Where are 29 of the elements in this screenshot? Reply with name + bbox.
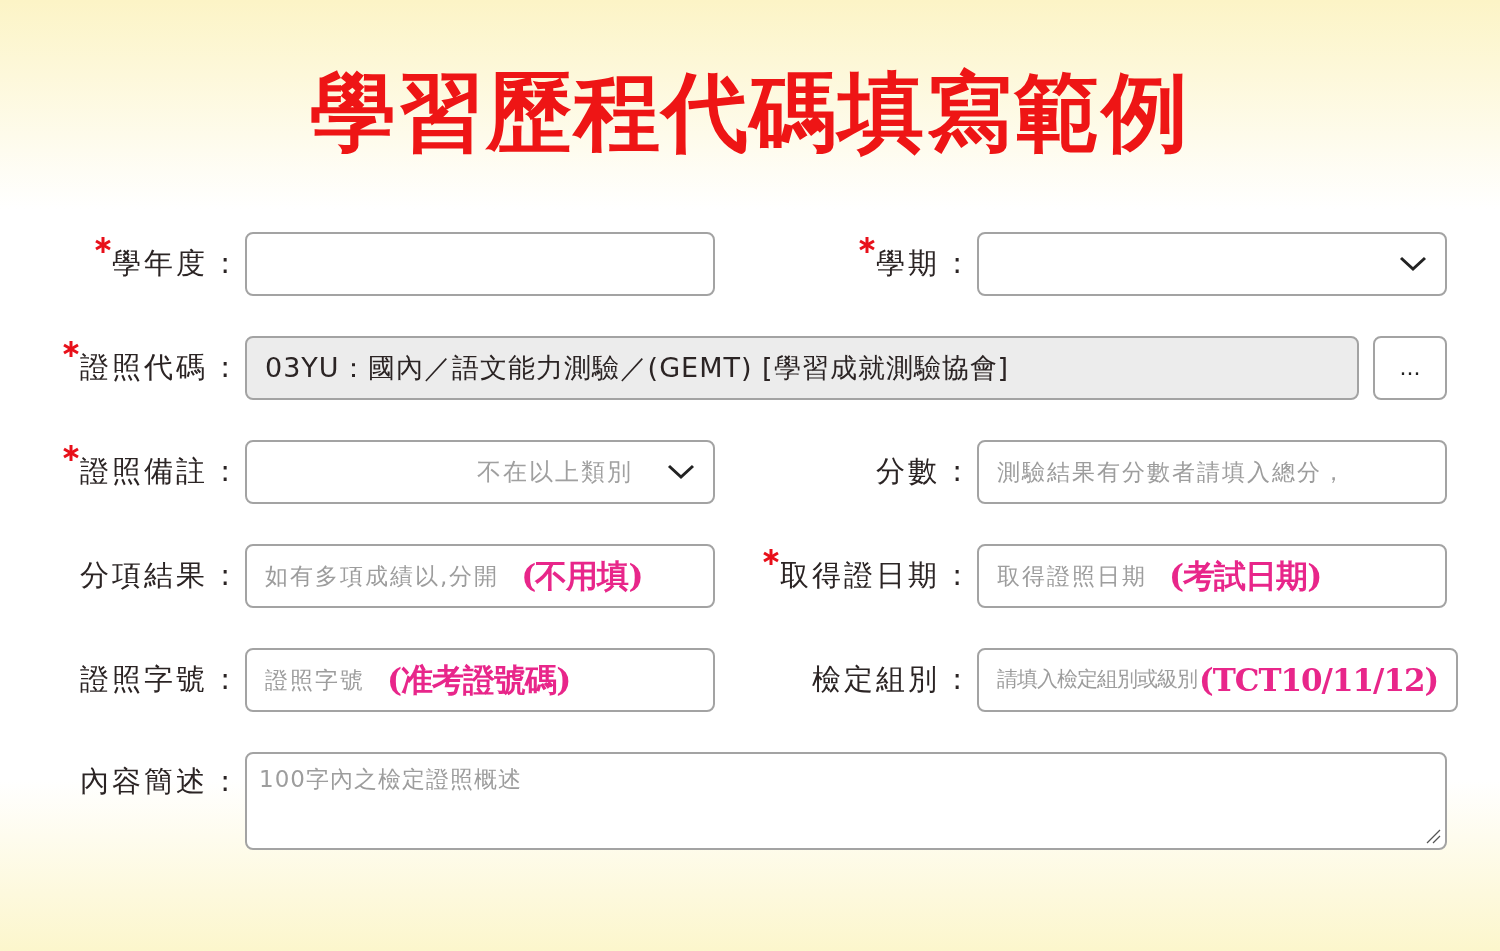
input-field[interactable]: 取得證照日期 (考試日期) [977,544,1447,608]
field-label: 檢定組別 : [812,661,965,699]
field-label: 分項結果 : [80,557,233,595]
resize-grip-icon [1425,828,1441,844]
browse-button[interactable]: ... [1373,336,1447,400]
textarea-field[interactable]: 100字內之檢定證照概述 [245,752,1447,850]
note-text: (不用填) [521,556,643,597]
field-label: 取得證日期 : [780,557,965,595]
note-text: (考試日期) [1169,556,1322,597]
input-field[interactable]: 證照字號 (准考證號碼) [245,648,715,712]
page-title: 學習歷程代碼填寫範例 [310,62,1190,162]
readonly-field: 03YU：國內／語文能力測驗／(GEMT) [學習成就測驗協會] [245,336,1359,400]
select-field[interactable] [977,232,1447,296]
field-label: 學年度 : [112,245,233,283]
field-label: 學期 : [876,245,965,283]
input-field[interactable]: 如有多項成績以,分開 (不用填) [245,544,715,608]
field-label: 證照備註 : [80,453,233,491]
note-text: (准考證號碼) [387,660,571,701]
chevron-down-icon [1399,256,1427,272]
input-field[interactable]: 請填入檢定組別或級別(TCT10/11/12) [977,648,1459,712]
field-label: 證照字號 : [80,661,233,699]
chevron-down-icon [667,464,695,480]
input-field[interactable] [245,232,715,296]
note-text: (TCT10/11/12) [1199,660,1439,700]
field-label: 分數 : [876,453,965,491]
field-label: 內容簡述 : [80,763,233,800]
select-field[interactable]: 不在以上類別 [245,440,715,504]
field-label: 證照代碼 : [80,349,233,387]
input-field[interactable]: 測驗結果有分數者請填入總分， [977,440,1447,504]
